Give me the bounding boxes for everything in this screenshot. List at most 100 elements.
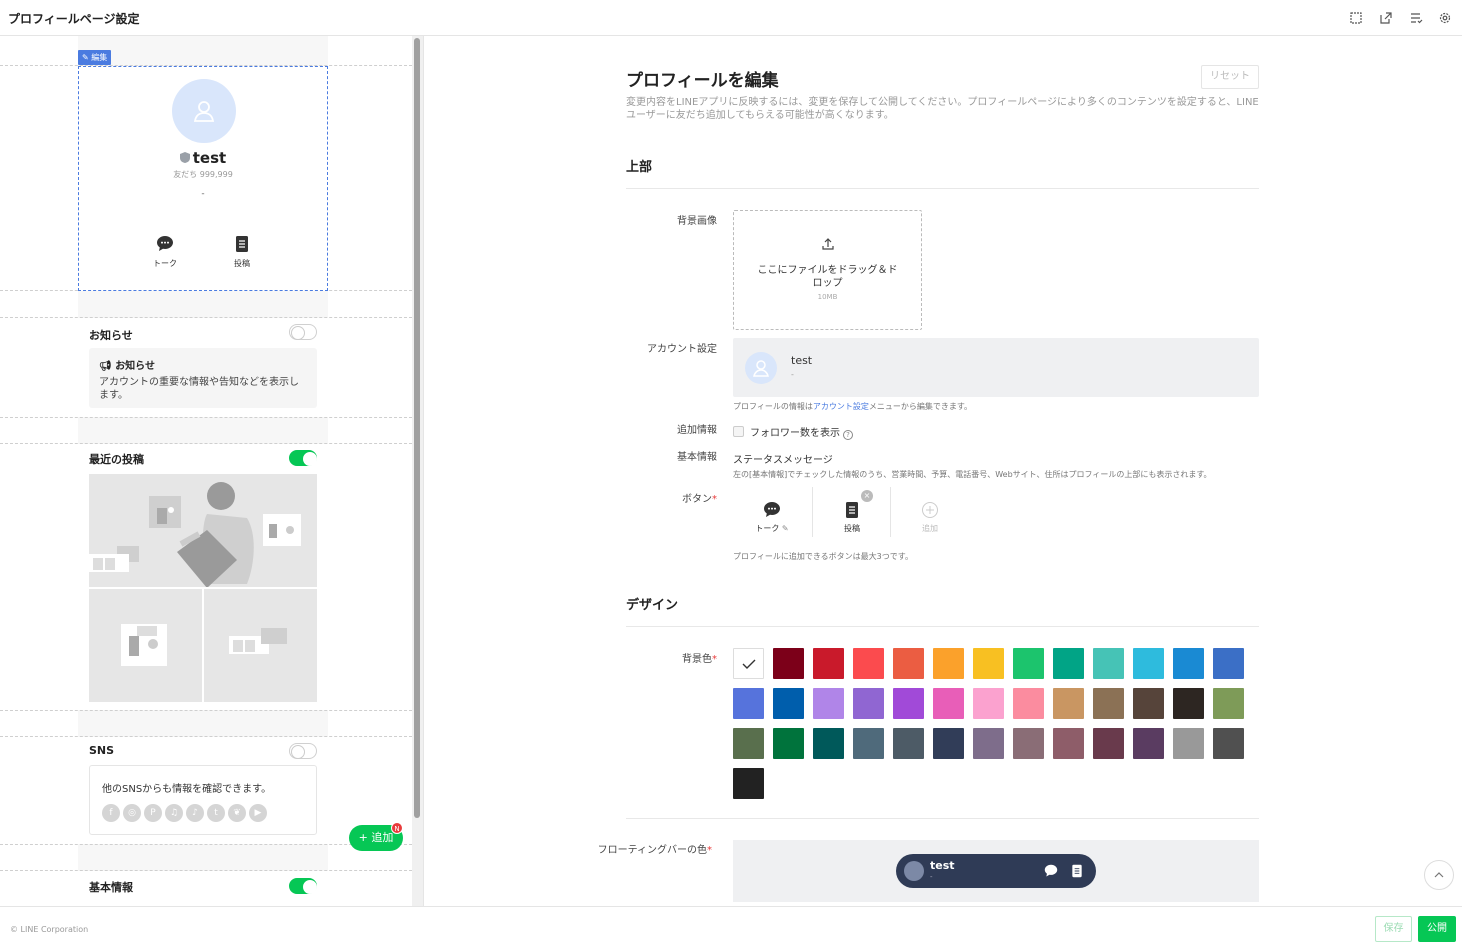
color-swatch[interactable] [1053, 728, 1084, 759]
account-settings-link[interactable]: アカウント設定 [813, 402, 869, 411]
checklist-icon[interactable] [1409, 11, 1423, 25]
basic-info-note: 左の[基本情報]でチェックした情報のうち、営業時間、予算、電話番号、Webサイト… [733, 470, 1212, 479]
placeholder-image-icon [121, 624, 287, 666]
edit-tag[interactable]: ✎ 編集 [78, 50, 112, 65]
color-swatch[interactable] [933, 648, 964, 679]
page-title: プロフィールページ設定 [8, 12, 140, 26]
chat-icon [1044, 864, 1058, 877]
button-slot-add[interactable]: 追加 [891, 487, 969, 537]
sns-icons: f ◎ P ♫ ♪ t ❦ ▶ [102, 804, 304, 822]
save-button[interactable]: 保存 [1375, 916, 1412, 942]
color-swatch[interactable] [813, 728, 844, 759]
sns-section[interactable]: SNS 他のSNSからも情報を確認できます。 f ◎ P ♫ ♪ t ❦ ▶ [78, 737, 328, 844]
button-slot-post[interactable]: 投稿 [813, 487, 891, 537]
color-swatch[interactable] [1013, 688, 1044, 719]
scroll-to-top-button[interactable] [1424, 860, 1454, 890]
color-swatch[interactable] [773, 728, 804, 759]
notice-toggle[interactable] [289, 324, 317, 340]
button-slot-talk[interactable]: トーク ✎ [733, 487, 811, 537]
color-swatch[interactable] [733, 648, 764, 679]
posts-toggle[interactable] [289, 450, 317, 466]
reset-button[interactable]: リセット [1201, 65, 1259, 89]
bg-image-dropzone[interactable]: ここにファイルをドラッグ＆ドロップ 10MB [733, 210, 922, 330]
divider [626, 188, 1259, 189]
notice-section[interactable]: お知らせ 📢︎ お知らせ アカウントの重要な情報や告知などを表示します。 [78, 318, 328, 417]
gear-icon[interactable] [1438, 11, 1452, 25]
publish-button[interactable]: 公開 [1418, 916, 1456, 942]
color-swatch[interactable] [1093, 648, 1124, 679]
external-link-icon[interactable] [1379, 11, 1393, 25]
color-swatch[interactable] [973, 728, 1004, 759]
color-swatch[interactable] [973, 648, 1004, 679]
color-swatch[interactable] [1133, 648, 1164, 679]
color-swatch[interactable] [1213, 688, 1244, 719]
color-swatch[interactable] [853, 688, 884, 719]
section-title: お知らせ [89, 329, 133, 342]
notice-box: 📢︎ お知らせ アカウントの重要な情報や告知などを表示します。 [89, 348, 317, 408]
profile-name: test [79, 149, 327, 167]
color-swatch[interactable] [773, 688, 804, 719]
user-icon [753, 360, 769, 377]
color-swatch[interactable] [1133, 688, 1164, 719]
post-button[interactable]: 投稿 [222, 235, 262, 269]
color-swatch[interactable] [1013, 648, 1044, 679]
color-swatch[interactable] [1213, 648, 1244, 679]
color-swatch[interactable] [1013, 728, 1044, 759]
section-title: 基本情報 [89, 881, 133, 894]
color-swatch[interactable] [853, 648, 884, 679]
section-title: 最近の投稿 [89, 453, 144, 466]
color-swatch[interactable] [733, 728, 764, 759]
color-swatch[interactable] [893, 688, 924, 719]
footer: © LINE Corporation 保存 公開 [0, 906, 1462, 948]
color-swatch[interactable] [1053, 648, 1084, 679]
remove-button-icon[interactable]: × [861, 490, 873, 502]
posts-section[interactable]: 最近の投稿 [78, 444, 328, 710]
follower-count-checkbox[interactable] [733, 426, 744, 437]
help-icon[interactable]: ? [843, 430, 853, 440]
color-swatch[interactable] [1213, 728, 1244, 759]
color-swatch[interactable] [1173, 648, 1204, 679]
color-swatch[interactable] [773, 648, 804, 679]
chevron-up-icon [1434, 872, 1444, 878]
color-swatch[interactable] [893, 728, 924, 759]
color-swatch[interactable] [893, 648, 924, 679]
color-swatch[interactable] [1173, 688, 1204, 719]
color-swatch[interactable] [733, 768, 764, 799]
basic-info-section[interactable]: 基本情報 [78, 871, 328, 906]
basic-info-toggle[interactable] [289, 878, 317, 894]
color-swatch[interactable] [1133, 728, 1164, 759]
design-section-title: デザイン [626, 598, 679, 613]
layout-icon[interactable] [1349, 11, 1363, 25]
color-swatch[interactable] [853, 728, 884, 759]
floating-bar: test - [896, 854, 1096, 888]
upload-icon [821, 238, 834, 250]
color-swatch[interactable] [1053, 688, 1084, 719]
pencil-icon[interactable]: ✎ [782, 524, 789, 533]
sns-toggle[interactable] [289, 743, 317, 759]
color-swatch[interactable] [733, 688, 764, 719]
color-swatch[interactable] [933, 688, 964, 719]
top-section-title: 上部 [626, 160, 653, 175]
account-status: - [791, 370, 794, 379]
instagram-icon: ◎ [123, 804, 141, 822]
color-swatch[interactable] [973, 688, 1004, 719]
color-swatch[interactable] [1093, 688, 1124, 719]
color-swatch[interactable] [813, 688, 844, 719]
color-swatch[interactable] [1093, 728, 1124, 759]
facebook-icon: f [102, 804, 120, 822]
color-swatch[interactable] [1173, 728, 1204, 759]
float-bar-preview: test - [733, 840, 1259, 902]
editor-title: プロフィールを編集 [626, 71, 779, 91]
divider [626, 626, 1259, 627]
talk-button[interactable]: トーク [145, 235, 185, 269]
tumblr-icon: t [207, 804, 225, 822]
profile-card[interactable]: test 友だち 999,999 - トーク 投稿 [78, 66, 328, 291]
float-bar-label: フローティングバーの色* [597, 845, 712, 856]
extra-info-label: 追加情報 [677, 425, 717, 436]
scrollbar-thumb[interactable] [414, 38, 420, 818]
color-swatch[interactable] [933, 728, 964, 759]
chat-icon [764, 502, 780, 517]
avatar [904, 861, 924, 881]
color-swatch[interactable] [813, 648, 844, 679]
editor-description: 変更内容をLINEアプリに反映するには、変更を保存して公開してください。プロフィ… [626, 97, 1259, 121]
